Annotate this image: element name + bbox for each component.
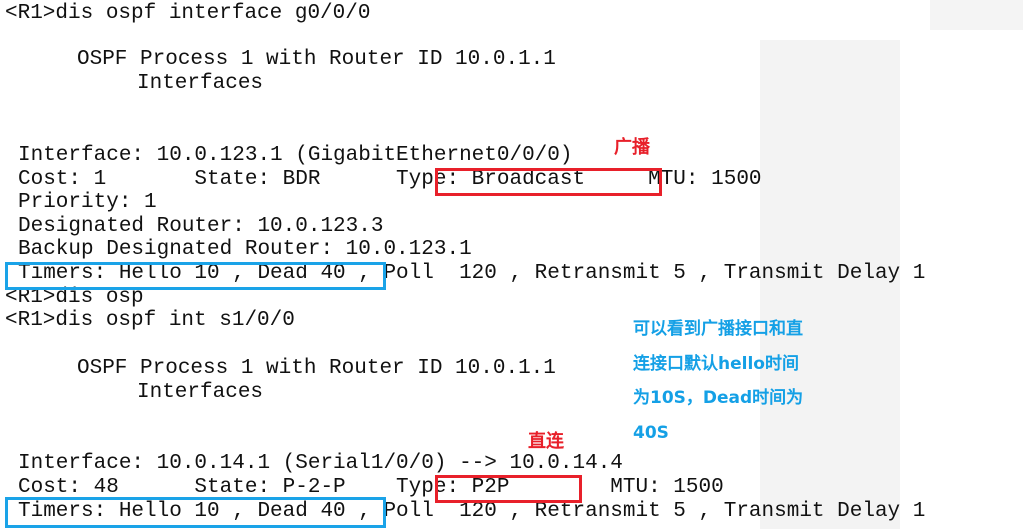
timers-highlight-box xyxy=(5,262,386,290)
dr-line: Designated Router: 10.0.123.3 xyxy=(18,215,384,238)
broadcast-highlight-box xyxy=(435,168,662,196)
command-line: <R1>dis ospf int s1/0/0 xyxy=(5,309,295,332)
explanation-note: 可以看到广播接口和直 连接口默认hello时间 为10S，Dead时间为 40S xyxy=(633,312,833,450)
interface-line: Interface: 10.0.123.1 (GigabitEthernet0/… xyxy=(18,144,573,167)
note-line: 连接口默认hello时间 xyxy=(633,353,799,374)
process-header: OSPF Process 1 with Router ID 10.0.1.1 xyxy=(77,48,556,71)
interfaces-header: Interfaces xyxy=(137,72,264,95)
command-line: <R1>dis ospf interface g0/0/0 xyxy=(5,2,371,25)
interfaces-header: Interfaces xyxy=(137,381,264,404)
note-line: 40S xyxy=(633,422,669,443)
p2p-highlight-box xyxy=(435,475,582,503)
process-header: OSPF Process 1 with Router ID 10.0.1.1 xyxy=(77,357,556,380)
priority-line: Priority: 1 xyxy=(18,191,157,214)
timers-highlight-box xyxy=(5,497,386,528)
broadcast-label: 广播 xyxy=(614,137,650,158)
interface-line: Interface: 10.0.14.1 (Serial1/0/0) --> 1… xyxy=(18,452,623,475)
background-panel xyxy=(930,0,1023,30)
bdr-line: Backup Designated Router: 10.0.123.1 xyxy=(18,238,472,261)
note-line: 可以看到广播接口和直 xyxy=(633,319,803,339)
p2p-label: 直连 xyxy=(528,431,564,452)
note-line: 为10S，Dead时间为 xyxy=(633,388,804,408)
